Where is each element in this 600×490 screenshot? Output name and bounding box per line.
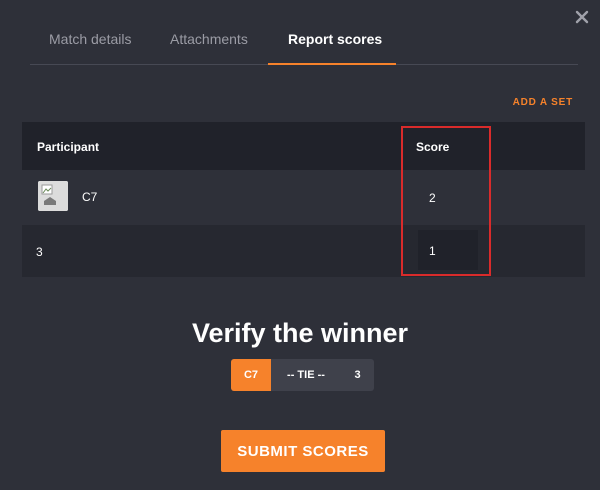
active-tab-indicator	[268, 63, 396, 65]
scores-table: Participant Score C7 2 3 1	[22, 122, 585, 277]
tab-attachments[interactable]: Attachments	[170, 31, 248, 47]
winner-selector: C7 -- TIE -- 3	[231, 359, 374, 391]
score-input[interactable]: 2	[418, 177, 478, 217]
table-row: C7 2	[22, 170, 585, 225]
participant-name: C7	[82, 190, 98, 204]
add-set-link[interactable]: ADD A SET	[513, 97, 573, 108]
tab-report-scores[interactable]: Report scores	[288, 31, 382, 47]
tab-match-details[interactable]: Match details	[49, 31, 131, 47]
table-header: Participant Score	[22, 122, 585, 170]
score-input[interactable]: 1	[418, 230, 478, 270]
score-column-header: Score	[416, 140, 450, 154]
table-row: 3 1	[22, 225, 585, 277]
submit-scores-button[interactable]: SUBMIT SCORES	[221, 430, 385, 472]
participant-column-header: Participant	[37, 140, 100, 154]
winner-option-c7[interactable]: C7	[231, 359, 271, 391]
participant-name: 3	[36, 245, 43, 259]
broken-image-icon	[38, 181, 68, 211]
winner-option-3[interactable]: 3	[341, 359, 374, 391]
tab-bar: Match details Attachments Report scores	[30, 0, 578, 65]
verify-winner-title: Verify the winner	[191, 318, 409, 348]
winner-option-tie[interactable]: -- TIE --	[271, 359, 341, 391]
